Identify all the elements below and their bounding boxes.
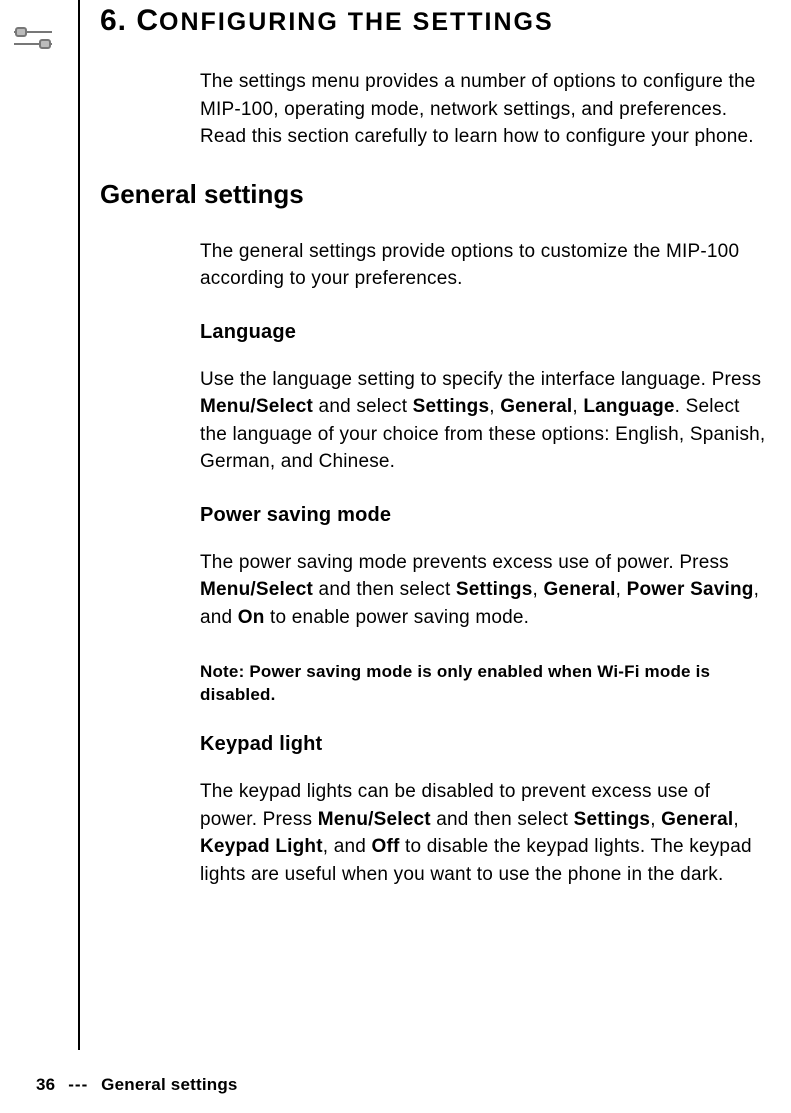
power-saving-heading: Power saving mode [200, 504, 772, 527]
bold-menu-select: Menu/Select [318, 809, 431, 830]
bold-general: General [500, 396, 572, 417]
content-column: 6. CONFIGURING THE SETTINGS The settings… [100, 0, 772, 916]
bold-settings: Settings [413, 396, 490, 417]
text: , [616, 579, 627, 600]
bold-menu-select: Menu/Select [200, 396, 313, 417]
text: , [489, 396, 500, 417]
footer-section: General settings [101, 1075, 237, 1094]
chapter-first-letter: C [136, 4, 159, 37]
bold-settings: Settings [456, 579, 533, 600]
page-footer: 36 --- General settings [36, 1075, 238, 1095]
footer-separator: --- [68, 1075, 88, 1094]
page-number: 36 [36, 1075, 55, 1094]
bold-on: On [238, 607, 265, 628]
bold-general: General [543, 579, 615, 600]
text: Use the language setting to specify the … [200, 369, 761, 390]
keypad-light-paragraph: The keypad lights can be disabled to pre… [200, 778, 772, 888]
text: to enable power saving mode. [265, 607, 530, 628]
language-paragraph: Use the language setting to specify the … [200, 366, 772, 476]
text: and then select [431, 809, 574, 830]
text: , [572, 396, 583, 417]
bold-power-saving: Power Saving [627, 579, 754, 600]
power-saving-note: Note: Power saving mode is only enabled … [200, 660, 772, 708]
general-body: The general settings provide options to … [200, 238, 772, 889]
text: , [650, 809, 661, 830]
intro-block: The settings menu provides a number of o… [200, 68, 772, 151]
bold-settings: Settings [574, 809, 651, 830]
bold-keypad-light: Keypad Light [200, 836, 323, 857]
general-settings-heading: General settings [100, 179, 772, 210]
power-saving-paragraph: The power saving mode prevents excess us… [200, 549, 772, 632]
bold-menu-select: Menu/Select [200, 579, 313, 600]
text: The power saving mode prevents excess us… [200, 552, 729, 573]
page: 6. CONFIGURING THE SETTINGS The settings… [0, 0, 791, 1113]
text: and then select [313, 579, 456, 600]
text: , and [323, 836, 372, 857]
chapter-number: 6. [100, 4, 127, 37]
keypad-light-heading: Keypad light [200, 733, 772, 756]
tools-icon [12, 22, 54, 54]
vertical-rule [78, 0, 80, 1050]
language-heading: Language [200, 321, 772, 344]
chapter-title: 6. CONFIGURING THE SETTINGS [100, 4, 772, 38]
intro-paragraph: The settings menu provides a number of o… [200, 68, 772, 151]
text: and select [313, 396, 413, 417]
chapter-title-text: ONFIGURING THE SETTINGS [159, 8, 554, 36]
text: , [532, 579, 543, 600]
general-intro: The general settings provide options to … [200, 238, 772, 293]
text: , [733, 809, 738, 830]
bold-general: General [661, 809, 733, 830]
bold-language: Language [583, 396, 674, 417]
bold-off: Off [372, 836, 400, 857]
